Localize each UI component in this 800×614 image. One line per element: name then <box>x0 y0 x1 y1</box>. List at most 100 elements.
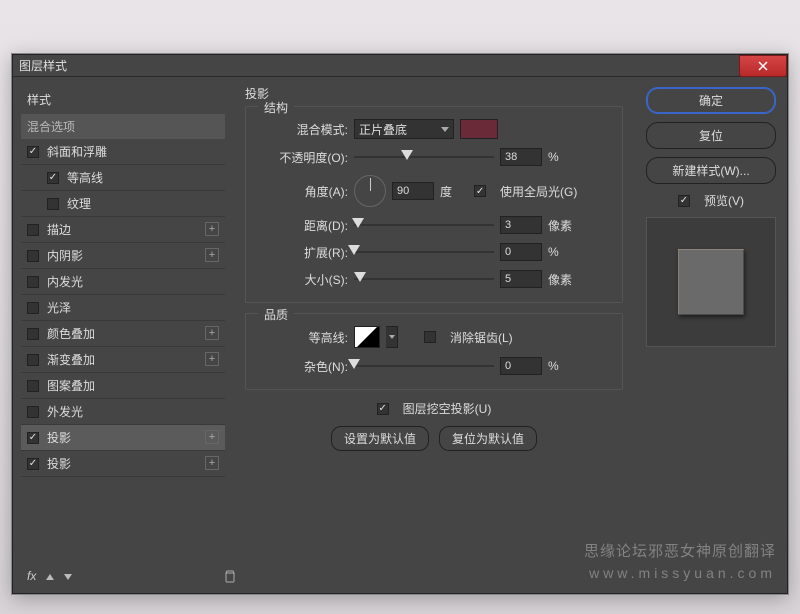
distance-slider[interactable] <box>354 218 494 232</box>
style-checkbox[interactable] <box>27 406 39 418</box>
move-up-icon[interactable] <box>46 569 54 583</box>
style-checkbox[interactable] <box>47 198 59 210</box>
style-checkbox[interactable] <box>27 302 39 314</box>
styles-header: 样式 <box>21 87 225 112</box>
noise-input[interactable]: 0 <box>500 357 542 375</box>
style-row-11[interactable]: 投影 + <box>21 425 225 451</box>
styles-panel: 样式 混合选项 斜面和浮雕等高线纹理描边+内阴影+内发光光泽颜色叠加+渐变叠加+… <box>13 77 233 593</box>
style-checkbox[interactable] <box>27 458 39 470</box>
style-row-8[interactable]: 渐变叠加 + <box>21 347 225 373</box>
style-checkbox[interactable] <box>47 172 59 184</box>
structure-fieldset: 结构 混合模式: 正片叠底 不透明度(O): 38 % 角度(A): 90 度 <box>245 106 623 303</box>
size-label: 大小(S): <box>258 271 348 288</box>
style-row-4[interactable]: 内阴影+ <box>21 243 225 269</box>
add-effect-icon[interactable]: + <box>205 326 219 340</box>
make-default-button[interactable]: 设置为默认值 <box>331 426 429 451</box>
style-row-7[interactable]: 颜色叠加+ <box>21 321 225 347</box>
style-label: 纹理 <box>67 195 91 212</box>
angle-label: 角度(A): <box>258 183 348 200</box>
style-row-3[interactable]: 描边 + <box>21 217 225 243</box>
opacity-label: 不透明度(O): <box>258 149 348 166</box>
style-checkbox[interactable] <box>27 328 39 340</box>
ok-button[interactable]: 确定 <box>646 87 776 114</box>
style-label: 等高线 <box>67 169 103 186</box>
style-label: 渐变叠加 <box>47 351 95 368</box>
style-checkbox[interactable] <box>27 146 39 158</box>
cancel-button[interactable]: 复位 <box>646 122 776 149</box>
add-effect-icon[interactable]: + <box>205 352 219 366</box>
size-slider[interactable] <box>354 272 494 286</box>
preview-swatch <box>678 249 744 315</box>
add-effect-icon[interactable]: + <box>205 222 219 236</box>
style-row-9[interactable]: 图案叠加 <box>21 373 225 399</box>
new-style-button[interactable]: 新建样式(W)... <box>646 157 776 184</box>
titlebar: 图层样式 <box>13 55 787 77</box>
style-row-1[interactable]: 等高线 <box>21 165 225 191</box>
preview-checkbox[interactable] <box>678 195 690 207</box>
style-checkbox[interactable] <box>27 354 39 366</box>
preview-label: 预览(V) <box>704 192 744 209</box>
spread-input[interactable]: 0 <box>500 243 542 261</box>
spread-unit: % <box>548 245 559 259</box>
style-label: 投影 <box>47 429 71 446</box>
angle-dial[interactable] <box>354 175 386 207</box>
global-light-checkbox[interactable] <box>474 185 486 197</box>
spread-slider[interactable] <box>354 245 494 259</box>
opacity-input[interactable]: 38 <box>500 148 542 166</box>
quality-fieldset: 品质 等高线: 消除锯齿(L) 杂色(N): 0 % <box>245 313 623 390</box>
style-row-5[interactable]: 内发光 <box>21 269 225 295</box>
trash-icon[interactable] <box>223 569 237 583</box>
preview-box <box>646 217 776 347</box>
contour-dropdown[interactable] <box>386 326 398 348</box>
spread-label: 扩展(R): <box>258 244 348 261</box>
style-list: 斜面和浮雕等高线纹理描边+内阴影+内发光光泽颜色叠加+渐变叠加+图案叠加外发光投… <box>21 139 225 477</box>
layer-style-dialog: 图层样式 样式 混合选项 斜面和浮雕等高线纹理描边+内阴影+内发光光泽颜色叠加+… <box>12 54 788 594</box>
noise-slider[interactable] <box>354 359 494 373</box>
style-row-6[interactable]: 光泽 <box>21 295 225 321</box>
contour-picker[interactable] <box>354 326 380 348</box>
style-checkbox[interactable] <box>27 380 39 392</box>
style-checkbox[interactable] <box>27 250 39 262</box>
angle-unit: 度 <box>440 183 452 200</box>
style-row-2[interactable]: 纹理 <box>21 191 225 217</box>
angle-input[interactable]: 90 <box>392 182 434 200</box>
style-label: 投影 <box>47 455 71 472</box>
style-row-0[interactable]: 斜面和浮雕 <box>21 139 225 165</box>
reset-default-button[interactable]: 复位为默认值 <box>439 426 537 451</box>
antialias-label: 消除锯齿(L) <box>450 329 513 346</box>
fx-icon[interactable]: fx <box>27 569 36 583</box>
blend-mode-select[interactable]: 正片叠底 <box>354 119 454 139</box>
style-checkbox[interactable] <box>27 276 39 288</box>
blend-mode-label: 混合模式: <box>258 121 348 138</box>
style-row-10[interactable]: 外发光 <box>21 399 225 425</box>
distance-input[interactable]: 3 <box>500 216 542 234</box>
size-input[interactable]: 5 <box>500 270 542 288</box>
style-row-12[interactable]: 投影 + <box>21 451 225 477</box>
actions-panel: 确定 复位 新建样式(W)... 预览(V) <box>635 77 787 593</box>
shadow-color-swatch[interactable] <box>460 119 498 139</box>
style-checkbox[interactable] <box>27 224 39 236</box>
style-label: 描边 <box>47 221 71 238</box>
style-label: 斜面和浮雕 <box>47 143 107 160</box>
knockout-checkbox[interactable] <box>377 403 389 415</box>
add-effect-icon[interactable]: + <box>205 456 219 470</box>
blending-options[interactable]: 混合选项 <box>21 114 225 139</box>
distance-label: 距离(D): <box>258 217 348 234</box>
noise-unit: % <box>548 359 559 373</box>
style-label: 外发光 <box>47 403 83 420</box>
add-effect-icon[interactable]: + <box>205 248 219 262</box>
settings-panel: 投影 结构 混合模式: 正片叠底 不透明度(O): 38 % 角度(A): <box>233 77 635 593</box>
style-checkbox[interactable] <box>27 432 39 444</box>
move-down-icon[interactable] <box>64 569 72 583</box>
close-button[interactable] <box>739 55 787 77</box>
close-icon <box>758 61 768 71</box>
opacity-slider[interactable] <box>354 150 494 164</box>
window-title: 图层样式 <box>19 57 67 74</box>
noise-label: 杂色(N): <box>258 358 348 375</box>
distance-unit: 像素 <box>548 217 572 234</box>
opacity-unit: % <box>548 150 559 164</box>
size-unit: 像素 <box>548 271 572 288</box>
antialias-checkbox[interactable] <box>424 331 436 343</box>
global-light-label: 使用全局光(G) <box>500 183 577 200</box>
add-effect-icon[interactable]: + <box>205 430 219 444</box>
